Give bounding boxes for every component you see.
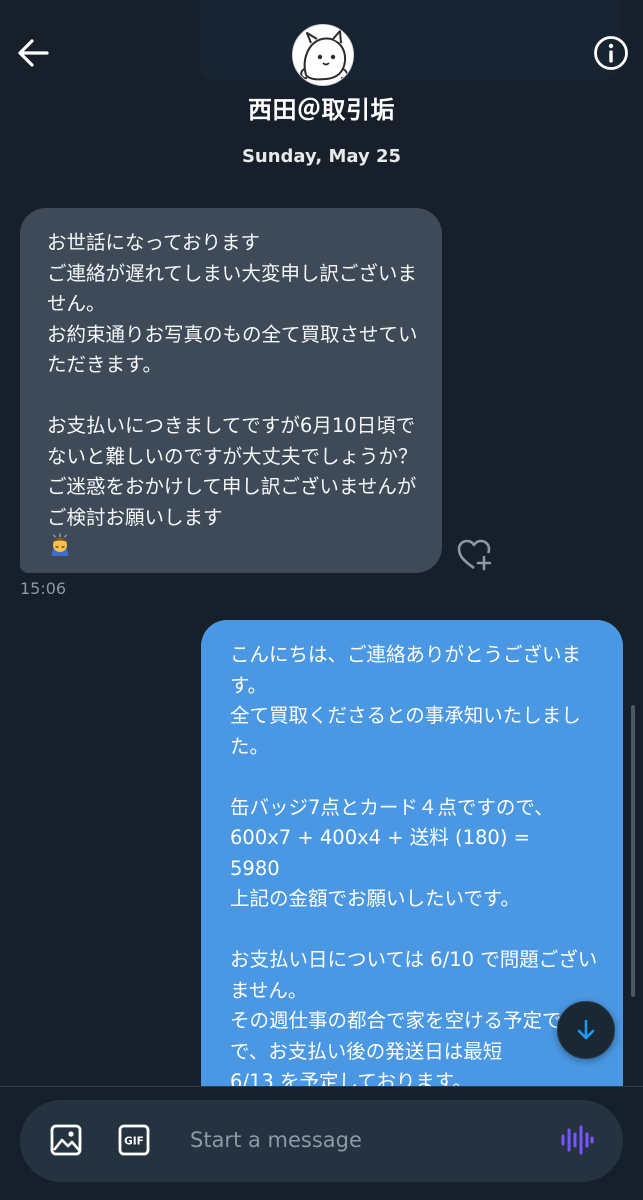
message-input[interactable] — [190, 1120, 530, 1160]
gif-button[interactable]: GIF — [116, 1122, 152, 1158]
back-button[interactable] — [14, 34, 52, 72]
heart-plus-icon — [457, 539, 492, 571]
scrollbar[interactable] — [631, 705, 635, 997]
avatar-illustration — [293, 25, 353, 85]
message-text: お世話になっております ご連絡が遅れてしまい大変申し訳ございません。 お約束通り… — [47, 228, 424, 564]
dm-conversation-screen: 西田＠取引垢 Sunday, May 25 お世話になっております ご連絡が遅れ… — [0, 0, 643, 1200]
svg-text:GIF: GIF — [124, 1136, 144, 1148]
gif-icon: GIF — [118, 1124, 150, 1156]
image-button[interactable] — [48, 1122, 84, 1158]
voice-message-button[interactable] — [558, 1122, 594, 1158]
incoming-message-bubble[interactable]: お世話になっております ご連絡が遅れてしまい大変申し訳ございません。 お約束通り… — [20, 208, 442, 573]
background-card — [200, 0, 620, 80]
outgoing-message-bubble[interactable]: こんにちは、ご連絡ありがとうございます。 全て買取くださるとの事承知いたしました… — [201, 620, 623, 1120]
scroll-to-bottom-button[interactable] — [557, 1001, 615, 1059]
contact-name[interactable]: 西田＠取引垢 — [0, 90, 643, 125]
arrow-left-icon — [18, 39, 49, 67]
info-circle-icon — [594, 36, 628, 70]
message-timestamp: 15:06 — [20, 579, 67, 598]
avatar[interactable] — [292, 24, 354, 86]
voice-waveform-icon — [561, 1125, 594, 1155]
add-reaction-button[interactable] — [457, 538, 493, 572]
image-icon — [50, 1124, 82, 1156]
info-button[interactable] — [591, 33, 631, 73]
bowing-person-emoji — [47, 533, 73, 559]
message-text: こんにちは、ご連絡ありがとうございます。 全て買取くださるとの事承知いたしました… — [230, 643, 601, 1093]
arrow-down-icon — [577, 1019, 595, 1040]
date-separator: Sunday, May 25 — [241, 146, 402, 167]
